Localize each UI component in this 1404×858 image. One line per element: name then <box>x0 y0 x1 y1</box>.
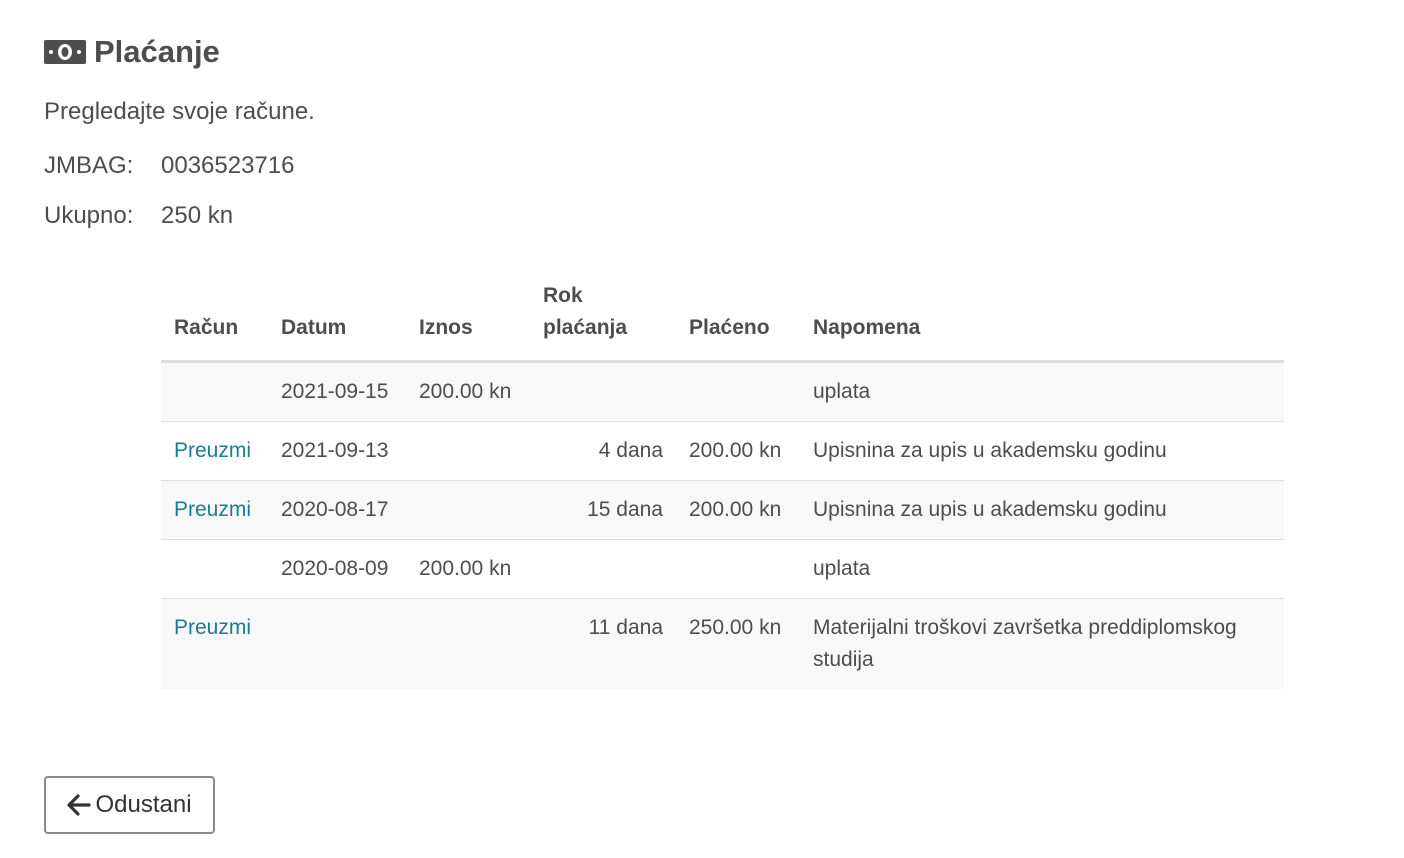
money-bill-icon <box>44 40 86 64</box>
header-datum: Datum <box>268 280 406 363</box>
cell-iznos <box>406 480 530 540</box>
header-placeno: Plaćeno <box>676 280 800 363</box>
table-row: Preuzmi 2020-08-17 15 dana 200.00 kn Upi… <box>161 480 1284 540</box>
invoices-table: Račun Datum Iznos Rok plaćanja Plaćeno Na… <box>161 280 1284 689</box>
table-row: 2021-09-15 200.00 kn uplata <box>161 361 1284 422</box>
cell-rok <box>530 539 676 599</box>
cell-datum: 2021-09-13 <box>268 421 406 481</box>
header-iznos: Iznos <box>406 280 530 363</box>
cell-placeno: 250.00 kn <box>676 598 800 689</box>
arrow-left-icon <box>67 794 92 816</box>
cell-napomena: Upisnina za upis u akademsku godinu <box>800 480 1284 540</box>
download-invoice-link[interactable]: Preuzmi <box>174 498 251 521</box>
header-rok-line2: plaćanja <box>543 316 628 339</box>
cell-datum: 2021-09-15 <box>268 361 406 422</box>
header-rok-line1: Rok <box>543 284 583 307</box>
header-rok-placanja: Rok plaćanja <box>530 280 676 363</box>
cell-placeno: 200.00 kn <box>676 421 800 481</box>
cell-placeno <box>676 539 800 599</box>
header-racun: Račun <box>161 280 268 363</box>
cell-datum <box>268 598 406 689</box>
page-subtitle: Pregledajte svoje račune. <box>44 98 315 125</box>
table-row: Preuzmi 2021-09-13 4 dana 200.00 kn Upis… <box>161 421 1284 481</box>
cell-racun: Preuzmi <box>161 480 268 540</box>
cell-rok: 15 dana <box>530 480 676 540</box>
invoices-table-container: Račun Datum Iznos Rok plaćanja Plaćeno Na… <box>161 280 1284 689</box>
cell-napomena: uplata <box>800 539 1284 599</box>
cell-racun <box>161 539 268 599</box>
cell-iznos: 200.00 kn <box>406 361 530 422</box>
cell-racun <box>161 361 268 422</box>
total-label: Ukupno: <box>44 202 134 229</box>
download-invoice-link[interactable]: Preuzmi <box>174 616 251 639</box>
cell-napomena: Upisnina za upis u akademsku godinu <box>800 421 1284 481</box>
table-row: Preuzmi 11 dana 250.00 kn Materijalni tr… <box>161 598 1284 689</box>
table-header-row: Račun Datum Iznos Rok plaćanja Plaćeno Na… <box>161 280 1284 363</box>
cell-racun: Preuzmi <box>161 421 268 481</box>
cell-rok: 4 dana <box>530 421 676 481</box>
total-value: 250 kn <box>161 202 234 229</box>
cancel-button-label: Odustani <box>95 791 192 818</box>
cell-napomena: Materijalni troškovi završetka preddiplo… <box>800 598 1284 689</box>
cell-rok: 11 dana <box>530 598 676 689</box>
table-row: 2020-08-09 200.00 kn uplata <box>161 539 1284 599</box>
cell-iznos <box>406 421 530 481</box>
cell-placeno: 200.00 kn <box>676 480 800 540</box>
header-napomena: Napomena <box>800 280 1284 363</box>
total-row: Ukupno: 250 kn <box>44 202 233 230</box>
cell-rok <box>530 361 676 422</box>
jmbag-row: JMBAG: 0036523716 <box>44 152 294 180</box>
jmbag-value: 0036523716 <box>161 152 295 179</box>
download-invoice-link[interactable]: Preuzmi <box>174 439 251 462</box>
page-title-text: Plaćanje <box>94 34 220 69</box>
cell-datum: 2020-08-09 <box>268 539 406 599</box>
jmbag-label: JMBAG: <box>44 152 134 179</box>
cell-racun: Preuzmi <box>161 598 268 689</box>
page-title: Plaćanje <box>44 32 220 72</box>
cell-napomena: uplata <box>800 361 1284 422</box>
cell-iznos: 200.00 kn <box>406 539 530 599</box>
cell-datum: 2020-08-17 <box>268 480 406 540</box>
cell-placeno <box>676 361 800 422</box>
cancel-button[interactable]: Odustani <box>44 776 215 834</box>
cell-iznos <box>406 598 530 689</box>
